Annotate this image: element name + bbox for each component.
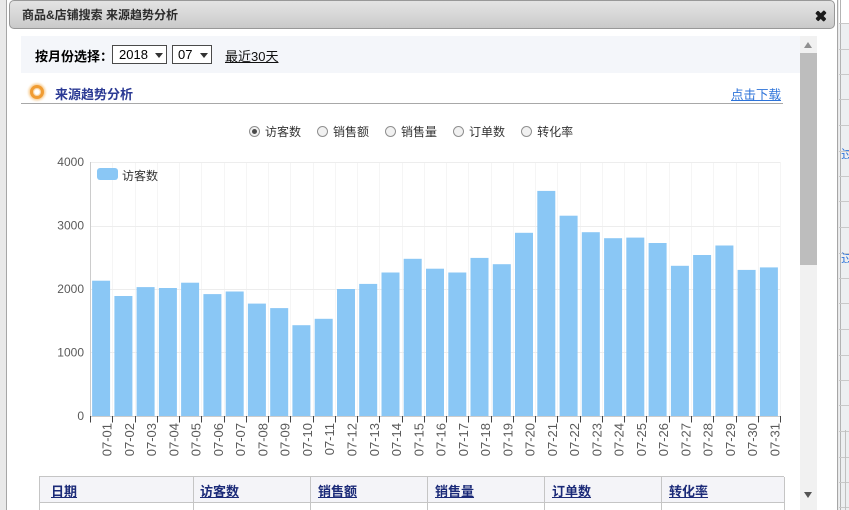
svg-text:3000: 3000 bbox=[57, 219, 84, 233]
svg-text:07-28: 07-28 bbox=[701, 423, 716, 456]
svg-text:07-03: 07-03 bbox=[144, 423, 159, 456]
svg-text:07-15: 07-15 bbox=[411, 423, 426, 456]
svg-text:07-18: 07-18 bbox=[478, 423, 493, 456]
svg-text:07-02: 07-02 bbox=[122, 423, 137, 456]
svg-text:07-19: 07-19 bbox=[500, 423, 515, 456]
svg-text:07-24: 07-24 bbox=[612, 423, 627, 456]
svg-text:4000: 4000 bbox=[57, 155, 84, 169]
svg-text:07-16: 07-16 bbox=[434, 423, 449, 456]
svg-text:07-07: 07-07 bbox=[233, 423, 248, 456]
svg-text:07-12: 07-12 bbox=[345, 423, 360, 456]
svg-text:07-22: 07-22 bbox=[567, 423, 582, 456]
svg-text:07-29: 07-29 bbox=[723, 423, 738, 456]
svg-text:07-10: 07-10 bbox=[300, 423, 315, 456]
svg-text:07-14: 07-14 bbox=[389, 423, 404, 456]
svg-text:1000: 1000 bbox=[57, 346, 84, 360]
svg-text:07-09: 07-09 bbox=[278, 423, 293, 456]
svg-text:07-23: 07-23 bbox=[589, 423, 604, 456]
svg-text:07-21: 07-21 bbox=[545, 423, 560, 456]
svg-text:07-20: 07-20 bbox=[523, 423, 538, 456]
svg-text:07-05: 07-05 bbox=[189, 423, 204, 456]
svg-text:07-08: 07-08 bbox=[256, 423, 271, 456]
svg-text:07-01: 07-01 bbox=[100, 423, 115, 456]
svg-text:07-25: 07-25 bbox=[634, 423, 649, 456]
svg-text:07-26: 07-26 bbox=[656, 423, 671, 456]
svg-text:07-11: 07-11 bbox=[322, 423, 337, 455]
svg-text:07-30: 07-30 bbox=[745, 423, 760, 456]
svg-text:07-06: 07-06 bbox=[211, 423, 226, 456]
svg-text:2000: 2000 bbox=[57, 282, 84, 296]
svg-text:07-27: 07-27 bbox=[678, 423, 693, 456]
svg-text:07-04: 07-04 bbox=[166, 423, 181, 456]
svg-text:07-17: 07-17 bbox=[456, 423, 471, 456]
svg-text:0: 0 bbox=[77, 409, 84, 423]
svg-text:07-31: 07-31 bbox=[767, 423, 782, 456]
svg-text:07-13: 07-13 bbox=[367, 423, 382, 456]
